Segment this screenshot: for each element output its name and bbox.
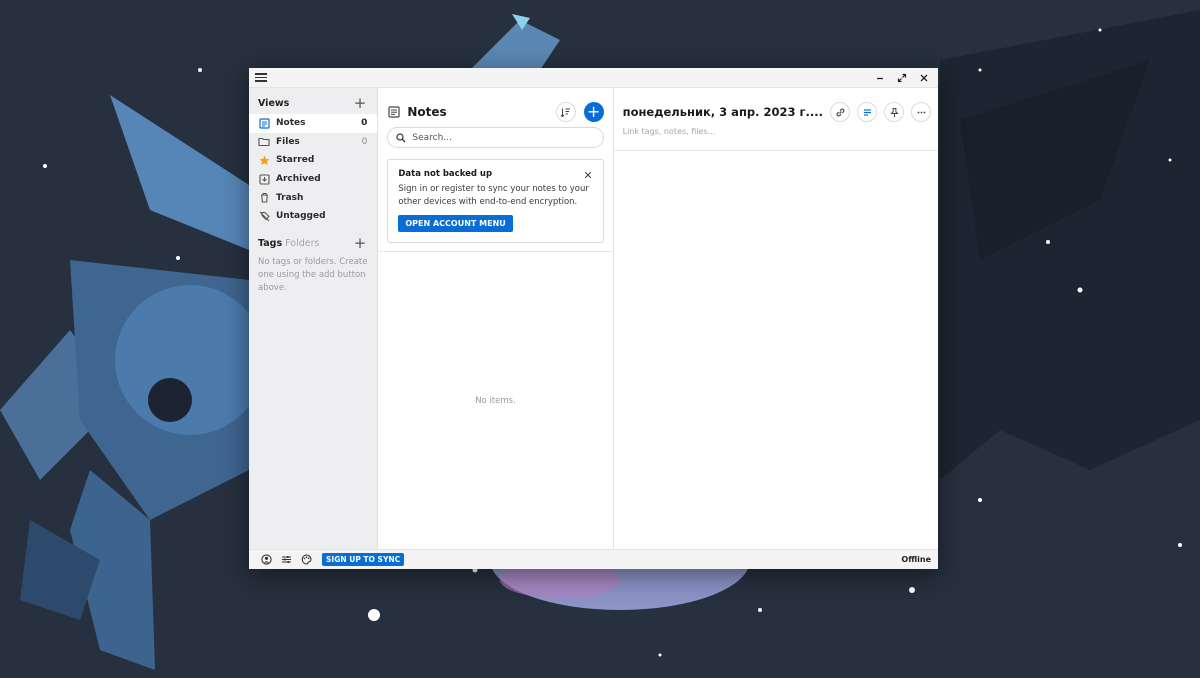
views-header: Views + [249, 94, 377, 112]
archive-icon [258, 173, 270, 185]
tags-title: Tags [258, 238, 283, 250]
text-lines-icon [863, 108, 871, 116]
notes-list-title: Notes [407, 105, 447, 119]
search-box [387, 127, 604, 148]
search-icon [396, 132, 406, 142]
pin-icon [889, 107, 899, 117]
sidebar-item-label: Files [276, 136, 300, 147]
tags-empty-message: No tags or folders. Create one using the… [258, 256, 368, 293]
hamburger-menu-icon[interactable] [255, 72, 267, 84]
minimize-icon[interactable] [870, 69, 890, 87]
sidebar-item-label: Starred [276, 155, 315, 166]
navigation-sidebar: Views + Notes 0 Files 0 Starred Archived… [249, 88, 379, 549]
tags-header: Tags Folders + [249, 235, 377, 253]
star-icon [258, 154, 270, 166]
themes-icon[interactable] [300, 554, 312, 566]
status-bar: SIGN UP TO SYNC Offline [249, 549, 938, 569]
more-options-button[interactable] [911, 102, 931, 122]
note-title[interactable]: понедельник, 3 апр. 2023 г.... [623, 105, 823, 119]
sidebar-item-untagged[interactable]: Untagged [249, 207, 377, 226]
banner-body: Sign in or register to sync your notes t… [398, 184, 589, 207]
sidebar-item-notes[interactable]: Notes 0 [249, 114, 378, 133]
link-tags-field[interactable]: Link tags, notes, files... [614, 127, 938, 141]
sidebar-item-starred[interactable]: Starred [249, 151, 377, 170]
editor-header: понедельник, 3 апр. 2023 г.... [614, 97, 938, 127]
notes-list-panel: Notes + Data not backed up Sign in or re… [378, 88, 614, 549]
link-button[interactable] [830, 102, 850, 122]
sidebar-item-count: 0 [361, 118, 368, 129]
connection-status: Offline [901, 555, 931, 564]
app-window: Views + Notes 0 Files 0 Starred Archived… [249, 68, 938, 569]
folder-icon [258, 136, 270, 148]
sort-options-button[interactable] [555, 102, 576, 122]
close-icon[interactable] [914, 69, 934, 87]
note-body[interactable] [614, 151, 938, 549]
notes-list-header: Notes + [378, 97, 612, 127]
sidebar-item-count: 0 [361, 136, 368, 147]
window-controls [870, 68, 934, 88]
close-icon[interactable]: ✕ [583, 169, 592, 182]
sidebar-item-archived[interactable]: Archived [249, 170, 377, 189]
preferences-icon[interactable] [280, 554, 292, 566]
sort-icon [560, 108, 571, 117]
notes-icon [258, 117, 270, 129]
maximize-icon[interactable] [892, 69, 912, 87]
sidebar-item-label: Notes [276, 118, 306, 129]
search-input[interactable] [412, 132, 593, 143]
add-tag-button[interactable]: + [354, 236, 367, 251]
trash-icon [258, 192, 270, 204]
sidebar-item-label: Archived [276, 174, 321, 185]
backup-warning-banner: Data not backed up Sign in or register t… [387, 159, 604, 243]
link-icon [836, 108, 844, 116]
folders-label[interactable]: Folders [285, 238, 319, 249]
sidebar-item-label: Trash [276, 192, 304, 203]
sidebar-item-label: Untagged [276, 211, 326, 222]
views-title: Views [258, 97, 290, 109]
empty-list-message: No items. [475, 395, 516, 406]
notes-icon [388, 105, 401, 119]
pin-button[interactable] [884, 102, 904, 122]
untagged-icon [258, 210, 270, 222]
sidebar-item-files[interactable]: Files 0 [249, 133, 377, 152]
add-view-button[interactable]: + [354, 95, 367, 111]
add-note-button[interactable]: + [583, 102, 604, 122]
open-account-menu-button[interactable]: OPEN ACCOUNT MENU [398, 215, 513, 232]
title-bar [249, 68, 938, 88]
sidebar-item-trash[interactable]: Trash [249, 188, 377, 207]
sign-up-to-sync-button[interactable]: SIGN UP TO SYNC [322, 553, 405, 566]
note-type-button[interactable] [857, 102, 877, 122]
account-icon[interactable] [260, 554, 272, 566]
note-editor: понедельник, 3 апр. 2023 г.... Link tags… [613, 88, 938, 549]
more-icon [917, 111, 925, 113]
banner-title: Data not backed up [398, 169, 493, 179]
